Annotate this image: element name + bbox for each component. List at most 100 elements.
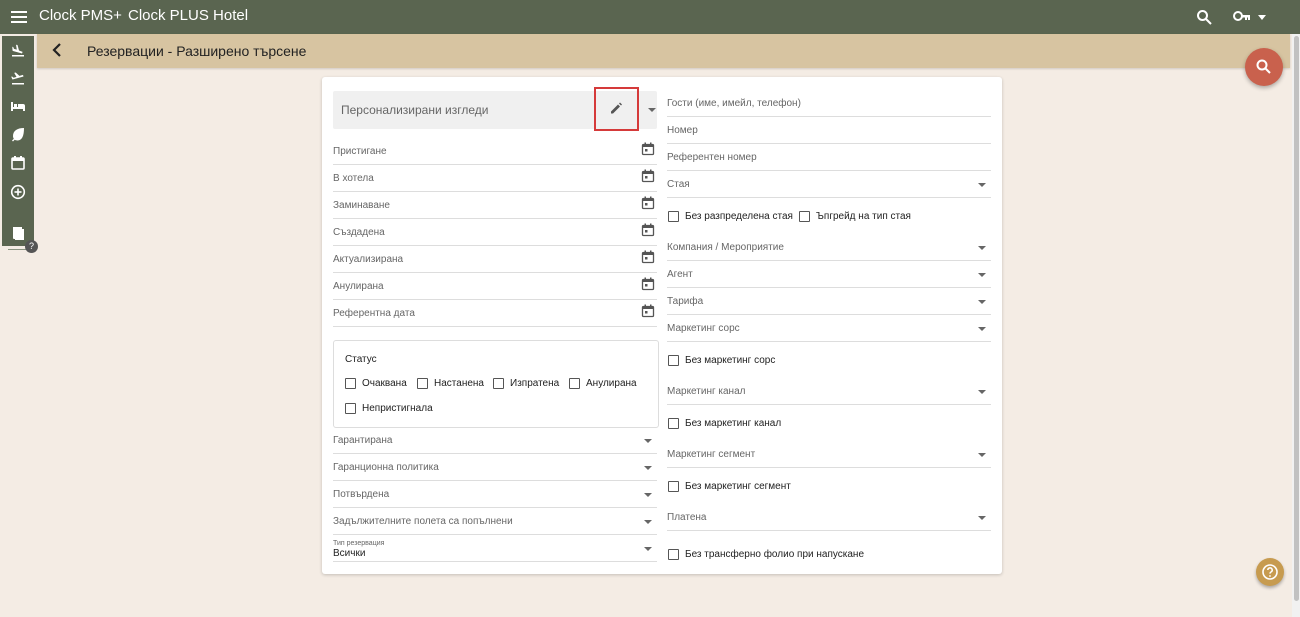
menu-icon[interactable] <box>11 9 27 25</box>
rate-select[interactable]: Тарифа <box>667 290 991 315</box>
reference-date-field[interactable]: Референтна дата <box>333 302 657 327</box>
back-arrow-icon[interactable] <box>51 43 63 57</box>
search-icon[interactable] <box>1196 9 1212 25</box>
checkbox-label: Изпратена <box>510 378 560 389</box>
checkbox-box[interactable] <box>417 378 428 389</box>
chevron-down-icon <box>978 516 986 520</box>
field-label: Маркетинг сорс <box>667 323 740 334</box>
search-fab-button[interactable] <box>1245 48 1283 86</box>
scrollbar-thumb[interactable] <box>1294 36 1299 601</box>
checkbox-box[interactable] <box>668 211 679 222</box>
field-label: Референтен номер <box>667 152 757 163</box>
room-upgrade-checkbox[interactable]: Ъпгрейд на тип стая <box>799 211 911 222</box>
no-marketing-channel-checkbox[interactable]: Без маркетинг канал <box>668 418 781 429</box>
status-expected-checkbox[interactable]: Очаквана <box>345 378 407 389</box>
room-select[interactable]: Стая <box>667 173 991 198</box>
calendar-icon[interactable] <box>641 250 655 264</box>
checkbox-box[interactable] <box>668 549 679 560</box>
checkbox-label: Анулирана <box>586 378 637 389</box>
checkbox-label: Без маркетинг канал <box>685 418 782 429</box>
guests-input[interactable]: Гости (име, имейл, телефон) <box>667 92 991 117</box>
edit-views-button[interactable] <box>594 87 639 131</box>
search-icon <box>1256 59 1271 74</box>
cancelled-date-field[interactable]: Анулирана <box>333 275 657 300</box>
custom-views-placeholder: Персонализирани изгледи <box>341 103 489 117</box>
checkbox-box[interactable] <box>799 211 810 222</box>
key-icon[interactable] <box>1233 10 1251 22</box>
created-date-field[interactable]: Създадена <box>333 221 657 246</box>
checkbox-box[interactable] <box>345 403 356 414</box>
calendar-icon[interactable] <box>641 142 655 156</box>
paid-select[interactable]: Платена <box>667 506 991 531</box>
company-event-select[interactable]: Компания / Мероприятие <box>667 236 991 261</box>
checkbox-label: Без маркетинг сорс <box>685 355 776 366</box>
calendar-icon[interactable] <box>641 196 655 210</box>
calendar-icon[interactable] <box>641 169 655 183</box>
hotel-name[interactable]: Clock PLUS Hotel <box>128 7 248 24</box>
arrival-date-field[interactable]: Пристигане <box>333 140 657 165</box>
help-fab-button[interactable] <box>1256 558 1284 586</box>
add-circle-icon[interactable] <box>10 184 26 200</box>
chevron-down-icon <box>978 453 986 457</box>
chevron-down-icon <box>978 300 986 304</box>
number-input[interactable]: Номер <box>667 119 991 144</box>
custom-views-select[interactable]: Персонализирани изгледи <box>333 87 657 131</box>
guaranteed-select[interactable]: Гарантирана <box>333 429 657 454</box>
account-menu-caret-icon[interactable] <box>1258 15 1266 20</box>
status-cancelled-checkbox[interactable]: Анулирана <box>569 378 637 389</box>
leaf-icon[interactable] <box>10 126 26 142</box>
field-label: Платена <box>667 512 707 523</box>
field-label: Референтна дата <box>333 308 415 319</box>
checkbox-box[interactable] <box>668 355 679 366</box>
checkbox-box[interactable] <box>569 378 580 389</box>
field-label: Агент <box>667 269 693 280</box>
checkbox-label: Без маркетинг сегмент <box>685 481 791 492</box>
status-no-show-checkbox[interactable]: Непристигнала <box>345 403 433 414</box>
status-checked-in-checkbox[interactable]: Настанена <box>417 378 484 389</box>
in-hotel-date-field[interactable]: В хотела <box>333 167 657 192</box>
field-label: Анулирана <box>333 281 384 292</box>
advanced-search-form: Персонализирани изгледи Пристигане В хот… <box>322 77 1002 574</box>
departure-date-field[interactable]: Заминаване <box>333 194 657 219</box>
checkbox-box[interactable] <box>668 418 679 429</box>
confirmed-select[interactable]: Потвърдена <box>333 483 657 508</box>
chevron-down-icon[interactable] <box>648 108 656 112</box>
checkbox-box[interactable] <box>345 378 356 389</box>
checkbox-label: Очаквана <box>362 378 407 389</box>
field-label: Стая <box>667 179 690 190</box>
field-value: Всички <box>333 548 366 559</box>
status-checked-out-checkbox[interactable]: Изпратена <box>493 378 559 389</box>
bed-icon[interactable] <box>10 98 26 114</box>
marketing-channel-select[interactable]: Маркетинг канал <box>667 380 991 405</box>
required-fields-select[interactable]: Задължителните полета са попълнени <box>333 510 657 535</box>
checkbox-box[interactable] <box>668 481 679 492</box>
departures-icon[interactable] <box>10 70 26 86</box>
field-label: Заминаване <box>333 200 390 211</box>
field-label: Номер <box>667 125 698 136</box>
app-name: Clock PMS+ <box>39 7 122 24</box>
calendar-icon[interactable] <box>10 155 26 171</box>
calendar-icon[interactable] <box>641 223 655 237</box>
agent-select[interactable]: Агент <box>667 263 991 288</box>
no-marketing-segment-checkbox[interactable]: Без маркетинг сегмент <box>668 481 791 492</box>
marketing-segment-select[interactable]: Маркетинг сегмент <box>667 443 991 468</box>
no-marketing-source-checkbox[interactable]: Без маркетинг сорс <box>668 355 775 366</box>
checkbox-box[interactable] <box>493 378 504 389</box>
arrivals-icon[interactable] <box>10 42 26 58</box>
no-room-assigned-checkbox[interactable]: Без разпределена стая <box>668 211 793 222</box>
chevron-down-icon <box>644 547 652 551</box>
guarantee-policy-select[interactable]: Гаранционна политика <box>333 456 657 481</box>
calendar-icon[interactable] <box>641 277 655 291</box>
marketing-source-select[interactable]: Маркетинг сорс <box>667 317 991 342</box>
no-transfer-folio-checkbox[interactable]: Без трансферно фолио при напускане <box>668 549 864 560</box>
sidebar <box>2 36 34 250</box>
chevron-down-icon <box>978 183 986 187</box>
reference-number-input[interactable]: Референтен номер <box>667 146 991 171</box>
checkbox-label: Ъпгрейд на тип стая <box>816 211 911 222</box>
book-icon[interactable] <box>10 225 26 241</box>
reservation-type-select[interactable]: Тип резервация Всички <box>333 537 657 562</box>
updated-date-field[interactable]: Актуализирана <box>333 248 657 273</box>
field-label: Гости (име, имейл, телефон) <box>667 98 801 109</box>
sidebar-help-badge[interactable]: ? <box>25 240 38 253</box>
calendar-icon[interactable] <box>641 304 655 318</box>
